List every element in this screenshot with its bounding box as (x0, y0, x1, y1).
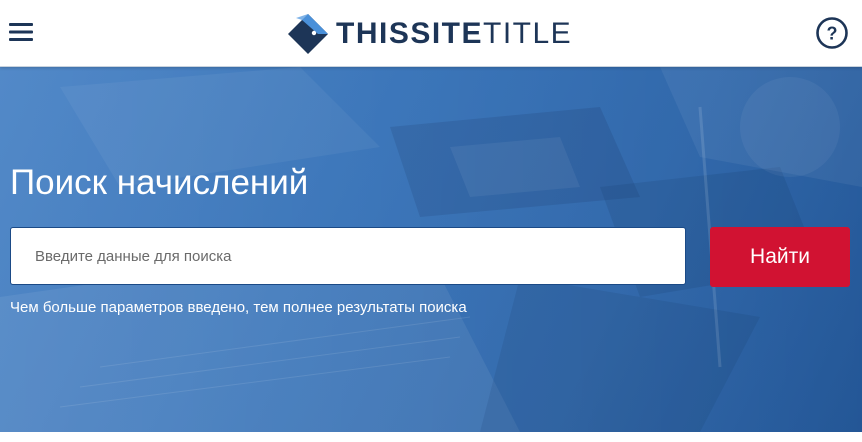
site-logo[interactable]: THISSITETITLE (286, 12, 586, 54)
search-button[interactable]: Найти (710, 227, 850, 287)
site-header: THISSITETITLE ? (0, 0, 862, 67)
page-title: Поиск начислений (10, 163, 309, 202)
logo-diamond-icon (288, 14, 328, 54)
logo-wordmark: THISSITETITLE (336, 17, 572, 51)
search-input[interactable] (10, 227, 686, 285)
hamburger-menu-icon[interactable] (6, 17, 36, 47)
help-button[interactable]: ? (815, 16, 849, 50)
hero-banner: Поиск начислений Найти Чем больше параме… (0, 67, 862, 432)
help-symbol: ? (827, 24, 838, 44)
page-content-area (0, 432, 862, 442)
logo-text-bold: THISSITE (336, 17, 484, 50)
question-circle-icon: ? (816, 17, 848, 49)
logo-text-light: TITLE (483, 17, 573, 50)
search-hint: Чем больше параметров введено, тем полне… (10, 299, 467, 316)
